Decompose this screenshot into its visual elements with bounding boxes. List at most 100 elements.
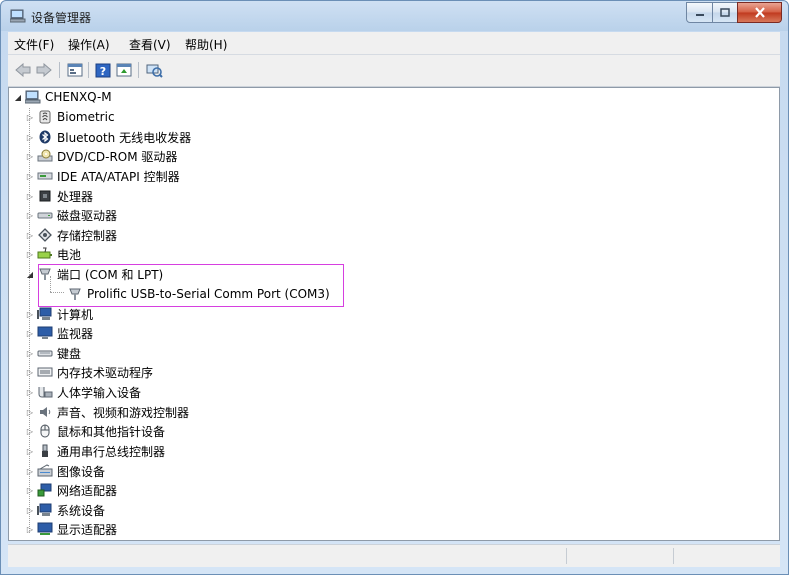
tree-item-disk[interactable]: ▷ 磁盘驱动器	[25, 205, 117, 225]
tree-item-processor[interactable]: ▷ 处理器	[25, 186, 93, 206]
tree-item-bluetooth[interactable]: ▷ Bluetooth 无线电收发器	[25, 127, 191, 147]
tree-item-label: 系统设备	[57, 503, 106, 518]
storage-controller-icon	[37, 228, 53, 242]
expand-arrow-icon[interactable]: ▷	[25, 467, 35, 476]
menu-help[interactable]: 帮助(H)	[185, 36, 227, 53]
tree-item-computer[interactable]: ▷ 计算机	[25, 304, 93, 324]
status-pane	[566, 548, 567, 564]
expand-arrow-icon[interactable]: ▷	[25, 152, 35, 161]
help-icon[interactable]: ?	[94, 61, 112, 79]
fingerprint-icon	[37, 110, 53, 124]
device-manager-icon	[9, 9, 26, 23]
tree-item-label: 存储控制器	[57, 228, 118, 243]
expand-arrow-icon[interactable]: ▷	[25, 388, 35, 397]
processor-icon	[37, 189, 53, 203]
device-tree[interactable]: ◢ CHENXQ-M ▷ Biometric ▷ Bluetooth 无线电收发…	[8, 87, 780, 541]
mouse-icon	[37, 424, 53, 438]
expand-arrow-icon[interactable]: ▷	[25, 250, 35, 259]
update-driver-icon[interactable]	[115, 61, 133, 79]
tree-item-label: 图像设备	[57, 464, 106, 479]
tree-item-network[interactable]: ▷ 网络适配器	[25, 480, 117, 500]
tree-item-memory-tech[interactable]: ▷ 内存技术驱动程序	[25, 362, 153, 382]
svg-text:?: ?	[100, 65, 106, 78]
expand-arrow-icon[interactable]: ▷	[25, 368, 35, 377]
tree-item-label: 监视器	[57, 326, 94, 341]
expand-arrow-icon[interactable]: ▷	[25, 113, 35, 122]
tree-item-label: DVD/CD-ROM 驱动器	[57, 149, 178, 164]
expand-arrow-icon[interactable]: ▷	[25, 172, 35, 181]
expand-arrow-icon[interactable]: ▷	[25, 310, 35, 319]
computer-icon	[37, 307, 53, 321]
tree-root-label: CHENXQ-M	[45, 90, 112, 104]
tree-item-display[interactable]: ▷ 显示适配器	[25, 519, 117, 539]
tree-item-system[interactable]: ▷ 系统设备	[25, 500, 105, 520]
tree-item-label: 内存技术驱动程序	[57, 365, 154, 380]
expand-arrow-icon[interactable]: ▷	[25, 525, 35, 534]
hid-icon	[37, 385, 53, 399]
status-pane	[673, 548, 674, 564]
tree-item-label: 键盘	[57, 346, 82, 361]
menu-action[interactable]: 操作(A)	[68, 36, 110, 53]
tree-item-hid[interactable]: ▷ 人体学输入设备	[25, 382, 141, 402]
tree-item-label: 通用串行总线控制器	[57, 444, 166, 459]
menu-file[interactable]: 文件(F)	[14, 36, 54, 53]
disk-drive-icon	[37, 208, 53, 222]
maximize-button[interactable]	[712, 2, 738, 23]
expand-arrow-icon[interactable]: ▷	[25, 231, 35, 240]
network-adapter-icon	[37, 483, 53, 497]
tree-item-keyboard[interactable]: ▷ 键盘	[25, 343, 81, 363]
minimize-button[interactable]	[686, 2, 713, 23]
back-icon[interactable]	[14, 61, 32, 79]
computer-icon	[25, 90, 41, 104]
menu-bar: 文件(F) 操作(A) 查看(V) 帮助(H)	[8, 32, 780, 55]
tree-item-label: 计算机	[57, 307, 94, 322]
tree-item-dvd[interactable]: ▷ DVD/CD-ROM 驱动器	[25, 146, 177, 166]
expand-arrow-icon[interactable]: ▷	[25, 133, 35, 142]
close-button[interactable]	[737, 2, 782, 23]
tree-item-label: 鼠标和其他指针设备	[57, 424, 166, 439]
tree-item-ide[interactable]: ▷ IDE ATA/ATAPI 控制器	[25, 166, 180, 186]
battery-icon	[37, 247, 53, 261]
tree-item-storage[interactable]: ▷ 存储控制器	[25, 225, 117, 245]
properties-icon[interactable]	[66, 61, 84, 79]
tree-item-biometric[interactable]: ▷ Biometric	[25, 107, 115, 127]
expand-arrow-icon[interactable]: ▷	[25, 408, 35, 417]
minimize-icon	[695, 13, 704, 16]
expand-arrow-icon[interactable]: ▷	[25, 349, 35, 358]
collapse-arrow-icon[interactable]: ◢	[25, 270, 35, 279]
expand-arrow-icon[interactable]: ▷	[25, 447, 35, 456]
dvd-drive-icon	[37, 149, 53, 163]
toolbar-separator	[59, 62, 60, 78]
status-bar	[8, 544, 780, 567]
forward-icon[interactable]	[35, 61, 53, 79]
expand-arrow-icon[interactable]: ▷	[25, 486, 35, 495]
expand-arrow-icon[interactable]: ▷	[25, 506, 35, 515]
tree-item-battery[interactable]: ▷ 电池	[25, 244, 81, 264]
tree-item-monitor[interactable]: ▷ 监视器	[25, 323, 93, 343]
keyboard-icon	[37, 346, 53, 360]
toolbar-separator	[138, 62, 139, 78]
memory-icon	[37, 365, 53, 379]
expand-arrow-icon[interactable]: ▷	[25, 211, 35, 220]
tree-item-imaging[interactable]: ▷ 图像设备	[25, 461, 105, 481]
collapse-arrow-icon[interactable]: ◢	[13, 93, 23, 102]
tree-item-mouse[interactable]: ▷ 鼠标和其他指针设备	[25, 421, 165, 441]
tree-item-label: 声音、视频和游戏控制器	[57, 405, 190, 420]
tree-item-label: 显示适配器	[57, 522, 118, 537]
expand-arrow-icon[interactable]: ▷	[25, 192, 35, 201]
usb-icon	[37, 444, 53, 458]
scanner-icon	[37, 464, 53, 478]
expand-arrow-icon[interactable]: ▷	[25, 329, 35, 338]
monitor-icon	[37, 326, 53, 340]
scan-hardware-icon[interactable]	[145, 61, 163, 79]
tree-item-sound[interactable]: ▷ 声音、视频和游戏控制器	[25, 402, 189, 422]
tree-item-label: 人体学输入设备	[57, 385, 142, 400]
maximize-icon	[720, 8, 730, 17]
tree-item-label: 电池	[57, 247, 82, 262]
title-bar[interactable]: 设备管理器	[1, 1, 788, 31]
menu-view[interactable]: 查看(V)	[129, 36, 171, 53]
close-icon	[754, 7, 765, 18]
expand-arrow-icon[interactable]: ▷	[25, 427, 35, 436]
tree-root[interactable]: ◢ CHENXQ-M	[13, 87, 112, 107]
tree-item-usb[interactable]: ▷ 通用串行总线控制器	[25, 441, 165, 461]
